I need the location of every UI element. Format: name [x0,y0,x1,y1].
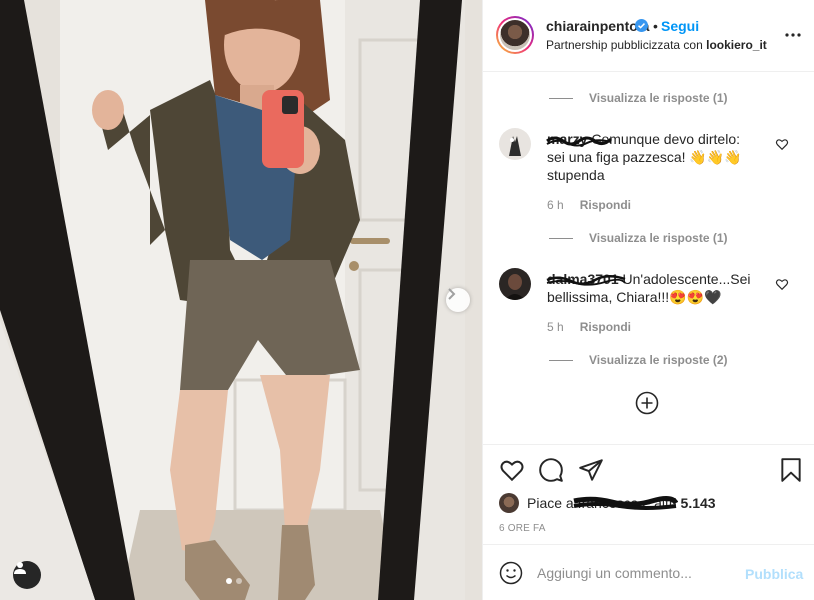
view-replies-button[interactable]: Visualizza le risposte (1) [549,91,728,105]
publish-button[interactable]: Pubblica [745,566,803,582]
post-action-bar: Piace a francesca e altri 5.143 6 ORE FA [483,444,814,544]
more-options-icon[interactable] [783,27,803,43]
load-more-comments-icon[interactable] [635,391,659,415]
comment-username[interactable]: dalma3701 [546,271,626,287]
mirror-selfie-image [0,0,482,600]
partnership-prefix: Partnership pubblicizzata con [546,38,703,52]
view-replies-label: Visualizza le risposte (1) [589,231,728,245]
comment-like-icon[interactable] [775,137,789,151]
comment-time: 6 h [547,198,564,212]
reply-button[interactable]: Rispondi [580,320,631,334]
redaction-scribble [546,275,626,286]
carousel-next-button[interactable] [446,288,470,312]
view-replies-label: Visualizza le risposte (1) [589,91,728,105]
comment-meta: 6 h Rispondi [547,198,631,212]
like-icon[interactable] [499,457,525,483]
comment-like-icon[interactable] [775,277,789,291]
comment-icon[interactable] [538,457,564,483]
reply-button[interactable]: Rispondi [580,198,631,212]
comment-avatar[interactable] [499,128,531,160]
add-comment-bar: Pubblica [483,544,814,600]
likes-count[interactable]: 5.143 [681,495,716,511]
comment-body: marzy Comunque devo dirtelo: sei una fig… [546,130,757,184]
user-tag-icon [14,562,26,574]
comment-meta: 5 h Rispondi [547,320,631,334]
likes-summary: Piace a francesca e altri 5.143 [499,493,716,513]
verified-badge-icon [635,19,648,32]
comment-body: dalma3701 Un'adolescente...Sei bellissim… [546,270,757,306]
comment-time: 5 h [547,320,564,334]
post-side-panel: chiarainpentola • Segui Partnership pubb… [482,0,814,600]
comment-input[interactable] [537,559,737,587]
chevron-right-icon [448,288,456,300]
view-replies-label: Visualizza le risposte (2) [589,353,728,367]
redaction-scribble [546,136,613,147]
share-icon[interactable] [578,457,604,483]
carousel-dot [236,578,242,584]
author-avatar[interactable] [496,16,534,54]
comment-avatar[interactable] [499,268,531,300]
save-bookmark-icon[interactable] [778,457,804,483]
view-replies-button[interactable]: Visualizza le risposte (2) [549,353,728,367]
emoji-icon[interactable] [499,561,523,585]
post-photo[interactable] [0,0,482,600]
partner-link[interactable]: lookiero_it [706,38,767,52]
likes-prefix: Piace a [527,495,574,511]
tagged-users-button[interactable] [13,561,41,589]
view-replies-button[interactable]: Visualizza le risposte (1) [549,231,728,245]
comment-username[interactable]: marzy [546,131,613,147]
liker-avatar[interactable] [499,493,519,513]
liker-username[interactable]: francesca [573,495,678,511]
redaction-scribble [573,495,678,510]
post-header: chiarainpentola • Segui Partnership pubb… [483,0,814,72]
author-username[interactable]: chiarainpentola [546,18,649,34]
paid-partnership-label: Partnership pubblicizzata con lookiero_i… [546,38,767,52]
follow-button[interactable]: Segui [661,18,699,34]
header-separator: • [653,18,658,34]
carousel-dot-active [226,578,232,584]
carousel-indicator [226,578,242,584]
post-timestamp[interactable]: 6 ORE FA [499,523,546,534]
